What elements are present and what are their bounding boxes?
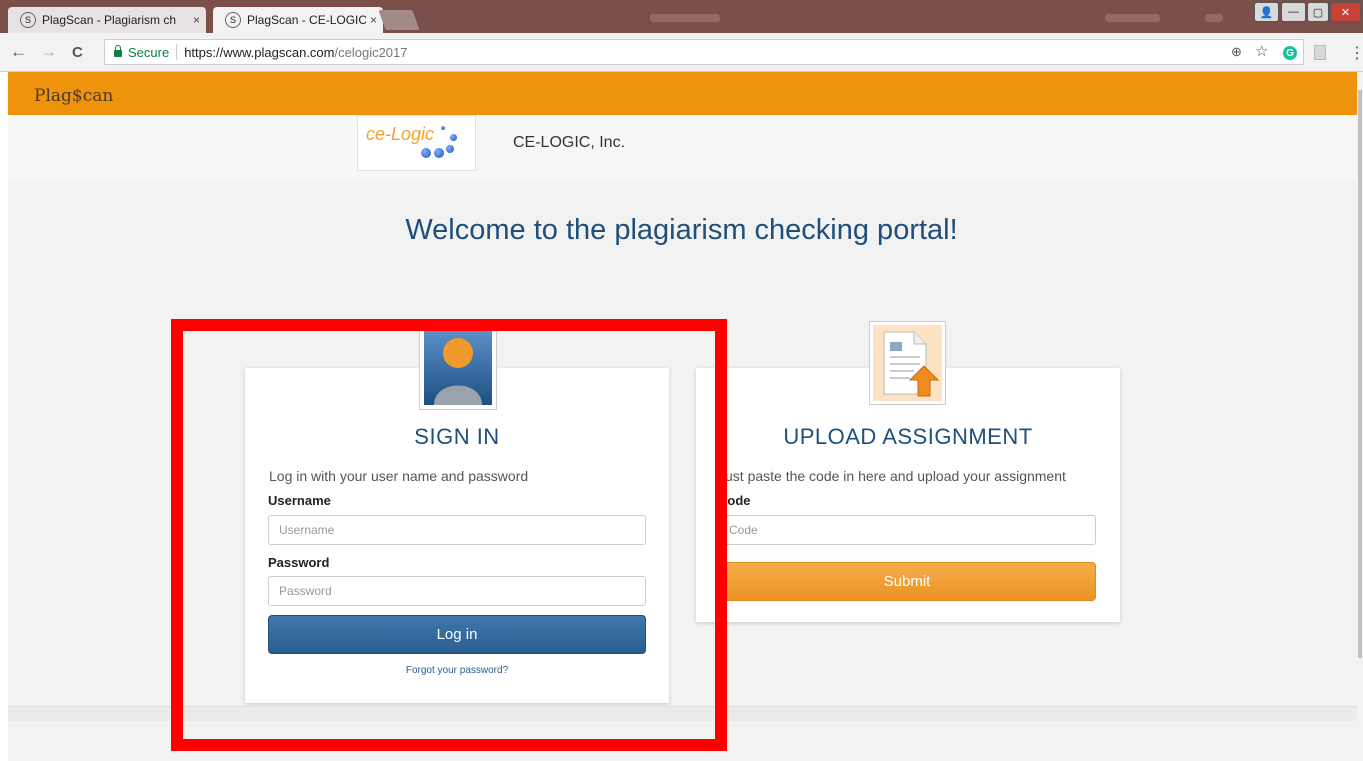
plagscan-favicon-icon: S (225, 12, 241, 28)
minimize-icon[interactable]: — (1281, 2, 1306, 22)
tab-title: PlagScan - Plagiarism ch (42, 13, 177, 27)
signin-card: SIGN IN Log in with your user name and p… (245, 368, 669, 703)
secure-label: Secure (128, 44, 170, 60)
code-input[interactable] (718, 515, 1096, 545)
upload-subtitle: Just paste the code in here and upload y… (718, 468, 1066, 484)
logo-dot (446, 145, 454, 153)
tab-title: PlagScan - CE-LOGIC, Inc (247, 13, 366, 27)
tab-close-icon[interactable]: × (370, 13, 377, 27)
pdf-extension-icon[interactable] (1314, 45, 1326, 60)
browser-tab-bar: S PlagScan - Plagiarism ch × S PlagScan … (0, 0, 1363, 33)
logo-dot (450, 134, 457, 141)
welcome-heading: Welcome to the plagiarism checking porta… (405, 214, 958, 246)
upload-assignment-card: UPLOAD ASSIGNMENT Just paste the code in… (696, 368, 1120, 622)
page-content: Plag$can ce-Logic CE-LOGIC, Inc. Welcome… (0, 72, 1363, 761)
browser-toolbar: ← → C Secure https://www.plagscan.com/ce… (0, 33, 1363, 72)
password-label: Password (268, 555, 330, 570)
upload-title: UPLOAD ASSIGNMENT (783, 424, 1033, 449)
profile-name-blur (1105, 14, 1160, 22)
plagscan-logo[interactable]: Plag$can (34, 86, 113, 106)
signin-subtitle: Log in with your user name and password (269, 468, 529, 484)
address-separator (176, 44, 178, 60)
username-label: Username (268, 493, 331, 508)
zoom-icon[interactable]: ⊕ (1231, 44, 1242, 60)
logo-dot (421, 148, 431, 158)
user-avatar-icon (419, 326, 497, 410)
lock-icon (114, 44, 122, 57)
forward-icon[interactable]: → (40, 42, 57, 62)
profile-icon[interactable]: 👤 (1254, 2, 1279, 22)
main-area (8, 180, 1359, 761)
maximize-icon[interactable]: ▢ (1307, 2, 1329, 22)
address-bar[interactable]: Secure https://www.plagscan.com/celogic2… (104, 39, 1304, 65)
organization-logo: ce-Logic (357, 115, 476, 171)
plagscan-favicon-icon: S (20, 12, 36, 28)
footer-bar (8, 706, 1359, 721)
star-icon[interactable]: ☆ (1255, 42, 1268, 60)
organization-logo-text: ce-Logic (366, 124, 435, 144)
new-tab-button[interactable] (378, 10, 420, 30)
forgot-password-link[interactable]: Forgot your password? (245, 665, 669, 676)
close-window-icon[interactable]: ✕ (1330, 2, 1361, 22)
organization-strip (8, 115, 1359, 181)
back-icon[interactable]: ← (10, 42, 27, 62)
window-title-blur (650, 14, 720, 22)
logo-dot (434, 148, 444, 158)
menu-icon[interactable]: ⋮ (1349, 43, 1363, 63)
tab-close-icon[interactable]: × (193, 13, 200, 27)
plagscan-header-bar: Plag$can (8, 72, 1359, 115)
code-label: Code (718, 493, 751, 508)
signin-title: SIGN IN (414, 424, 500, 449)
password-input[interactable] (268, 576, 646, 606)
url-path: /celogic2017 (334, 44, 408, 60)
url-host: https://www.plagscan.com (184, 44, 335, 60)
reload-icon[interactable]: C (72, 44, 83, 61)
logo-dot (441, 126, 445, 130)
organization-name: CE-LOGIC, Inc. (513, 134, 626, 151)
submit-button[interactable]: Submit (718, 562, 1096, 601)
grammarly-icon[interactable]: G (1283, 46, 1297, 60)
browser-tab-plagscan-celogic[interactable]: S PlagScan - CE-LOGIC, Inc × (213, 7, 383, 33)
browser-tab-plagscan-home[interactable]: S PlagScan - Plagiarism ch × (8, 7, 206, 33)
login-button[interactable]: Log in (268, 615, 646, 654)
username-input[interactable] (268, 515, 646, 545)
profile-extra-blur (1205, 14, 1223, 22)
scrollbar-thumb[interactable] (1358, 90, 1362, 658)
upload-document-icon (869, 321, 946, 405)
